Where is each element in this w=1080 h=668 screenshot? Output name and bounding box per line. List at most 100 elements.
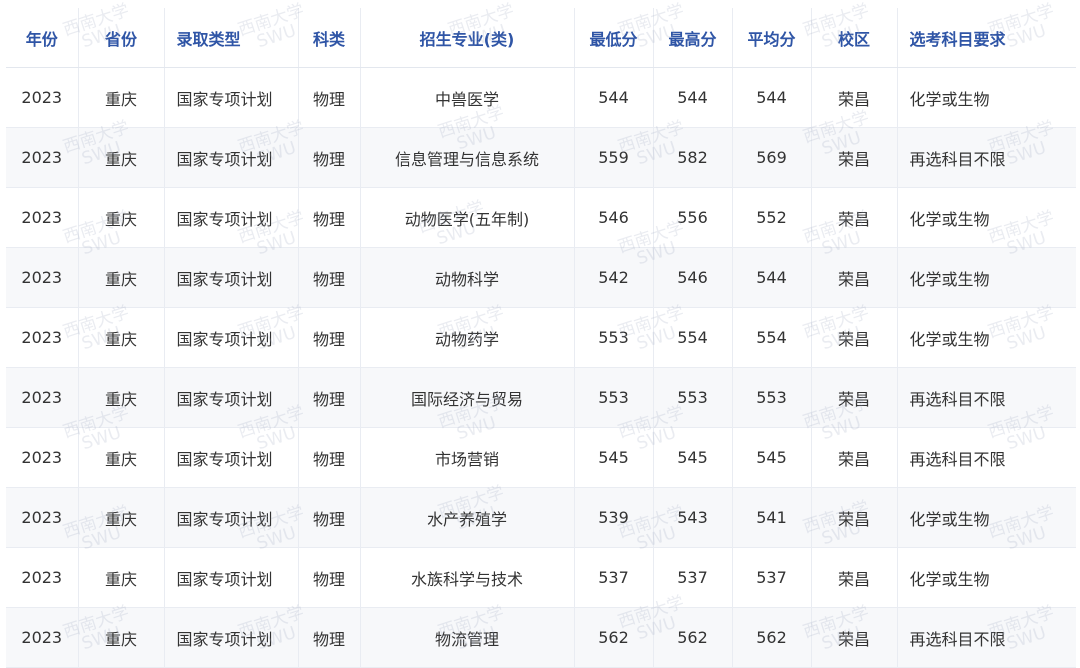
- cell-subject-requirement: 化学或生物: [897, 547, 1076, 608]
- cell-subject-requirement: 化学或生物: [897, 247, 1076, 308]
- cell-admission-type: 国家专项计划: [164, 247, 299, 308]
- cell-subject-category: 物理: [298, 367, 361, 428]
- cell-subject-requirement: 化学或生物: [897, 67, 1076, 128]
- cell-major: 市场营销: [360, 427, 575, 488]
- cell-campus: 荣昌: [811, 247, 898, 308]
- cell-campus: 荣昌: [811, 307, 898, 368]
- cell-province: 重庆: [78, 547, 165, 608]
- table-row: 2023 重庆 国家专项计划 物理 动物医学(五年制) 546 556 552 荣昌 化学或生物: [6, 187, 1076, 248]
- cell-subject-requirement: 化学或生物: [897, 187, 1076, 248]
- cell-major: 动物医学(五年制): [360, 187, 575, 248]
- cell-max-score: 562: [653, 607, 733, 668]
- cell-subject-category: 物理: [298, 547, 361, 608]
- cell-max-score: 556: [653, 187, 733, 248]
- cell-province: 重庆: [78, 487, 165, 548]
- cell-year: 2023: [6, 307, 79, 368]
- header-subject-category: 科类: [298, 8, 361, 68]
- cell-max-score: 553: [653, 367, 733, 428]
- cell-year: 2023: [6, 367, 79, 428]
- cell-major: 国际经济与贸易: [360, 367, 575, 428]
- cell-avg-score: 569: [732, 127, 812, 188]
- cell-subject-category: 物理: [298, 247, 361, 308]
- cell-year: 2023: [6, 187, 79, 248]
- cell-max-score: 546: [653, 247, 733, 308]
- cell-min-score: 562: [574, 607, 654, 668]
- cell-campus: 荣昌: [811, 127, 898, 188]
- cell-max-score: 554: [653, 307, 733, 368]
- cell-min-score: 542: [574, 247, 654, 308]
- header-major: 招生专业(类): [360, 8, 575, 68]
- cell-admission-type: 国家专项计划: [164, 487, 299, 548]
- table-row: 2023 重庆 国家专项计划 物理 水产养殖学 539 543 541 荣昌 化学或生物: [6, 487, 1076, 548]
- cell-admission-type: 国家专项计划: [164, 427, 299, 488]
- header-province: 省份: [78, 8, 165, 68]
- admission-table-container: 年份 省份 录取类型 科类 招生专业(类) 最低分 最高分 平均分 校区 选考科…: [6, 8, 1076, 668]
- cell-year: 2023: [6, 67, 79, 128]
- cell-province: 重庆: [78, 307, 165, 368]
- cell-campus: 荣昌: [811, 427, 898, 488]
- cell-subject-requirement: 化学或生物: [897, 487, 1076, 548]
- cell-max-score: 582: [653, 127, 733, 188]
- cell-max-score: 544: [653, 67, 733, 128]
- cell-campus: 荣昌: [811, 367, 898, 428]
- table-row: 2023 重庆 国家专项计划 物理 信息管理与信息系统 559 582 569 荣昌 再选科目不限: [6, 127, 1076, 188]
- cell-subject-requirement: 再选科目不限: [897, 367, 1076, 428]
- cell-campus: 荣昌: [811, 67, 898, 128]
- table-row: 2023 重庆 国家专项计划 物理 中兽医学 544 544 544 荣昌 化学或生物: [6, 67, 1076, 128]
- cell-province: 重庆: [78, 67, 165, 128]
- cell-subject-category: 物理: [298, 427, 361, 488]
- cell-admission-type: 国家专项计划: [164, 127, 299, 188]
- cell-subject-category: 物理: [298, 487, 361, 548]
- cell-min-score: 559: [574, 127, 654, 188]
- cell-major: 信息管理与信息系统: [360, 127, 575, 188]
- cell-max-score: 543: [653, 487, 733, 548]
- cell-year: 2023: [6, 607, 79, 668]
- cell-avg-score: 544: [732, 67, 812, 128]
- header-subject-requirement: 选考科目要求: [897, 8, 1076, 68]
- cell-admission-type: 国家专项计划: [164, 367, 299, 428]
- cell-campus: 荣昌: [811, 607, 898, 668]
- cell-province: 重庆: [78, 187, 165, 248]
- cell-major: 动物科学: [360, 247, 575, 308]
- cell-admission-type: 国家专项计划: [164, 67, 299, 128]
- cell-province: 重庆: [78, 247, 165, 308]
- cell-province: 重庆: [78, 127, 165, 188]
- cell-campus: 荣昌: [811, 487, 898, 548]
- cell-major: 动物药学: [360, 307, 575, 368]
- cell-province: 重庆: [78, 367, 165, 428]
- cell-subject-category: 物理: [298, 67, 361, 128]
- cell-campus: 荣昌: [811, 187, 898, 248]
- cell-subject-requirement: 再选科目不限: [897, 427, 1076, 488]
- cell-subject-category: 物理: [298, 307, 361, 368]
- cell-avg-score: 554: [732, 307, 812, 368]
- cell-year: 2023: [6, 427, 79, 488]
- cell-subject-requirement: 化学或生物: [897, 307, 1076, 368]
- header-campus: 校区: [811, 8, 898, 68]
- table-header-row: 年份 省份 录取类型 科类 招生专业(类) 最低分 最高分 平均分 校区 选考科…: [6, 8, 1076, 68]
- cell-campus: 荣昌: [811, 547, 898, 608]
- header-max-score: 最高分: [653, 8, 733, 68]
- cell-admission-type: 国家专项计划: [164, 307, 299, 368]
- cell-avg-score: 545: [732, 427, 812, 488]
- cell-max-score: 537: [653, 547, 733, 608]
- cell-avg-score: 552: [732, 187, 812, 248]
- cell-subject-category: 物理: [298, 127, 361, 188]
- cell-major: 中兽医学: [360, 67, 575, 128]
- cell-admission-type: 国家专项计划: [164, 607, 299, 668]
- cell-min-score: 553: [574, 367, 654, 428]
- cell-max-score: 545: [653, 427, 733, 488]
- cell-avg-score: 544: [732, 247, 812, 308]
- header-admission-type: 录取类型: [164, 8, 299, 68]
- cell-min-score: 544: [574, 67, 654, 128]
- cell-year: 2023: [6, 247, 79, 308]
- header-year: 年份: [6, 8, 79, 68]
- admission-scores-table: 年份 省份 录取类型 科类 招生专业(类) 最低分 最高分 平均分 校区 选考科…: [6, 8, 1076, 668]
- table-row: 2023 重庆 国家专项计划 物理 水族科学与技术 537 537 537 荣昌 化学或生物: [6, 547, 1076, 608]
- cell-avg-score: 537: [732, 547, 812, 608]
- cell-avg-score: 541: [732, 487, 812, 548]
- cell-min-score: 545: [574, 427, 654, 488]
- cell-admission-type: 国家专项计划: [164, 187, 299, 248]
- cell-min-score: 537: [574, 547, 654, 608]
- table-row: 2023 重庆 国家专项计划 物理 物流管理 562 562 562 荣昌 再选科目不限: [6, 607, 1076, 668]
- cell-min-score: 553: [574, 307, 654, 368]
